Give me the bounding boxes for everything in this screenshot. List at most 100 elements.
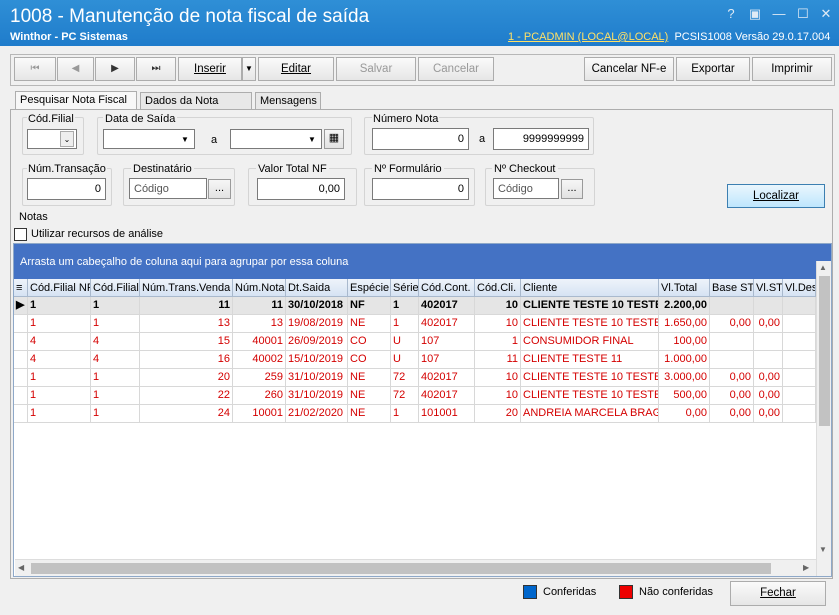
last-record-button[interactable]: ⏭ bbox=[136, 57, 176, 81]
horizontal-scroll-thumb[interactable] bbox=[31, 563, 771, 574]
tab-dados[interactable]: Dados da Nota Fiscal bbox=[140, 92, 252, 123]
analise-checkbox[interactable] bbox=[14, 228, 27, 241]
fechar-button[interactable]: Fechar bbox=[730, 581, 826, 606]
group-by-panel[interactable]: Arrasta um cabeçalho de coluna aqui para… bbox=[14, 244, 831, 279]
data-saida-to[interactable]: ▼ bbox=[230, 129, 322, 149]
table-cell: 11 bbox=[233, 297, 286, 315]
destinatario-search-button[interactable]: ... bbox=[208, 179, 231, 199]
tab-pesquisar[interactable]: Pesquisar Nota Fiscal bbox=[15, 91, 137, 111]
table-row[interactable]: 1 1 20 259 31/10/2019 NE 72 402017 10 CLIENTE TES… bbox=[14, 369, 816, 387]
table-cell bbox=[783, 315, 816, 333]
table-cell: 31/10/2019 bbox=[286, 387, 348, 405]
column-header[interactable]: Núm.Trans.Venda bbox=[140, 279, 233, 297]
numero-nota-from[interactable]: 0 bbox=[372, 128, 469, 150]
insert-dropdown-icon[interactable]: ▼ bbox=[242, 57, 256, 81]
window-subtitle: Winthor - PC Sistemas bbox=[10, 31, 128, 43]
table-cell: 20 bbox=[475, 405, 521, 423]
table-cell: 10 bbox=[475, 369, 521, 387]
table-row[interactable]: ▶ 1 1 11 11 30/10/2018 NF 1 402017 10 CLIENTE TEST… bbox=[14, 297, 816, 315]
vertical-scroll-thumb[interactable] bbox=[819, 276, 830, 426]
table-cell: 15/10/2019 bbox=[286, 351, 348, 369]
table-cell: CO bbox=[348, 351, 391, 369]
table-cell: 402017 bbox=[419, 297, 475, 315]
column-header[interactable]: Vl.ST bbox=[754, 279, 783, 297]
first-record-button[interactable]: ⏮ bbox=[14, 57, 56, 81]
edit-button[interactable]: Editar bbox=[258, 57, 334, 81]
table-cell bbox=[783, 297, 816, 315]
maximize-icon[interactable]: ☐ bbox=[794, 6, 812, 22]
table-cell bbox=[783, 351, 816, 369]
analise-checkbox-label: Utilizar recursos de análise bbox=[31, 228, 164, 240]
table-row[interactable]: 1 1 24 10001 21/02/2020 NE 1 101001 20 ANDREIA MA… bbox=[14, 405, 816, 423]
scroll-left-icon[interactable]: ◀ bbox=[18, 563, 24, 572]
column-header[interactable]: Núm.Nota bbox=[233, 279, 286, 297]
table-cell: 107 bbox=[419, 333, 475, 351]
table-cell: NF bbox=[348, 297, 391, 315]
table-cell: CONSUMIDOR FINAL bbox=[521, 333, 659, 351]
export-button[interactable]: Exportar bbox=[676, 57, 750, 81]
prev-record-button[interactable]: ◀ bbox=[57, 57, 94, 81]
table-cell: 1 bbox=[91, 405, 140, 423]
close-icon[interactable]: ✕ bbox=[817, 6, 835, 22]
insert-button[interactable]: Inserir bbox=[178, 57, 242, 81]
column-header[interactable]: Vl.Total bbox=[659, 279, 710, 297]
scroll-up-icon[interactable]: ▲ bbox=[819, 263, 827, 272]
row-indicator-icon bbox=[14, 351, 28, 369]
table-row[interactable]: 4 4 15 40001 26/09/2019 CO U 107 1 CONSUMIDOR FIN… bbox=[14, 333, 816, 351]
table-row[interactable]: 1 1 22 260 31/10/2019 NE 72 402017 10 CLIENTE TES… bbox=[14, 387, 816, 405]
minimize-icon[interactable]: — bbox=[770, 6, 788, 22]
column-header[interactable]: Espécie bbox=[348, 279, 391, 297]
cancel-nfe-button[interactable]: Cancelar NF-e bbox=[584, 57, 674, 81]
table-cell bbox=[754, 333, 783, 351]
horizontal-scrollbar[interactable]: ◀ ▶ bbox=[15, 559, 816, 576]
table-row[interactable]: 1 1 13 13 19/08/2019 NE 1 402017 10 CLIENTE TESTE… bbox=[14, 315, 816, 333]
cod-filial-select[interactable]: ⌄ bbox=[27, 129, 77, 149]
valor-total-input[interactable]: 0,00 bbox=[257, 178, 345, 200]
scroll-right-icon[interactable]: ▶ bbox=[803, 563, 809, 572]
chevron-down-icon[interactable]: ▼ bbox=[178, 132, 192, 148]
checkout-input[interactable]: Código bbox=[493, 178, 559, 199]
vertical-scrollbar[interactable]: ▲ ▼ bbox=[816, 261, 831, 576]
column-header[interactable]: Cód.Cli. bbox=[475, 279, 521, 297]
chevron-down-icon[interactable]: ▼ bbox=[305, 132, 319, 148]
session-info: 1 - PCADMIN (LOCAL@LOCAL) PCSIS1008 Vers… bbox=[508, 31, 830, 43]
column-header[interactable]: Cód.Cont. bbox=[419, 279, 475, 297]
table-cell: 3.000,00 bbox=[659, 369, 710, 387]
calendar-icon[interactable]: ▦ bbox=[324, 129, 344, 149]
print-button[interactable]: Imprimir bbox=[752, 57, 832, 81]
localizar-button[interactable]: Localizar bbox=[727, 184, 825, 208]
column-header[interactable]: Cód.Filial bbox=[91, 279, 140, 297]
table-cell bbox=[754, 297, 783, 315]
table-cell: 0,00 bbox=[754, 315, 783, 333]
table-cell: 22 bbox=[140, 387, 233, 405]
column-header[interactable]: Série bbox=[391, 279, 419, 297]
table-cell: 0,00 bbox=[754, 369, 783, 387]
table-cell: 4 bbox=[28, 333, 91, 351]
restore-icon[interactable]: ▣ bbox=[746, 6, 764, 22]
column-header[interactable]: Dt.Saida bbox=[286, 279, 348, 297]
column-header[interactable]: Base ST bbox=[710, 279, 754, 297]
num-transacao-input[interactable]: 0 bbox=[27, 178, 106, 200]
formulario-input[interactable]: 0 bbox=[372, 178, 469, 200]
table-cell: 1 bbox=[28, 315, 91, 333]
title-bar: 1008 - Manutenção de nota fiscal de saíd… bbox=[0, 0, 839, 46]
checkout-search-button[interactable]: ... bbox=[561, 179, 583, 199]
numero-nota-to[interactable]: 9999999999 bbox=[493, 128, 589, 150]
date-range-a: a bbox=[211, 134, 218, 146]
table-row[interactable]: 4 4 16 40002 15/10/2019 CO U 107 11 CLIENTE TESTE… bbox=[14, 351, 816, 369]
cancel-button[interactable]: Cancelar bbox=[418, 57, 494, 81]
table-cell: 101001 bbox=[419, 405, 475, 423]
column-header[interactable]: Cliente bbox=[521, 279, 659, 297]
help-icon[interactable]: ? bbox=[722, 6, 740, 22]
save-button[interactable]: Salvar bbox=[336, 57, 416, 81]
next-record-button[interactable]: ▶ bbox=[95, 57, 135, 81]
data-saida-from[interactable]: ▼ bbox=[103, 129, 195, 149]
column-chooser-icon[interactable]: ≡ bbox=[14, 279, 28, 297]
scroll-down-icon[interactable]: ▼ bbox=[819, 545, 827, 554]
table-cell: 1 bbox=[28, 387, 91, 405]
tab-mensagens[interactable]: Mensagens bbox=[255, 92, 321, 110]
column-header[interactable]: Cód.Filial NF bbox=[28, 279, 91, 297]
column-header[interactable]: Vl.Des bbox=[783, 279, 816, 297]
grid-header: ≡ Cód.Filial NF Cód.Filial Núm.Trans.Venda N… bbox=[14, 279, 816, 297]
destinatario-input[interactable]: Código bbox=[129, 178, 207, 199]
